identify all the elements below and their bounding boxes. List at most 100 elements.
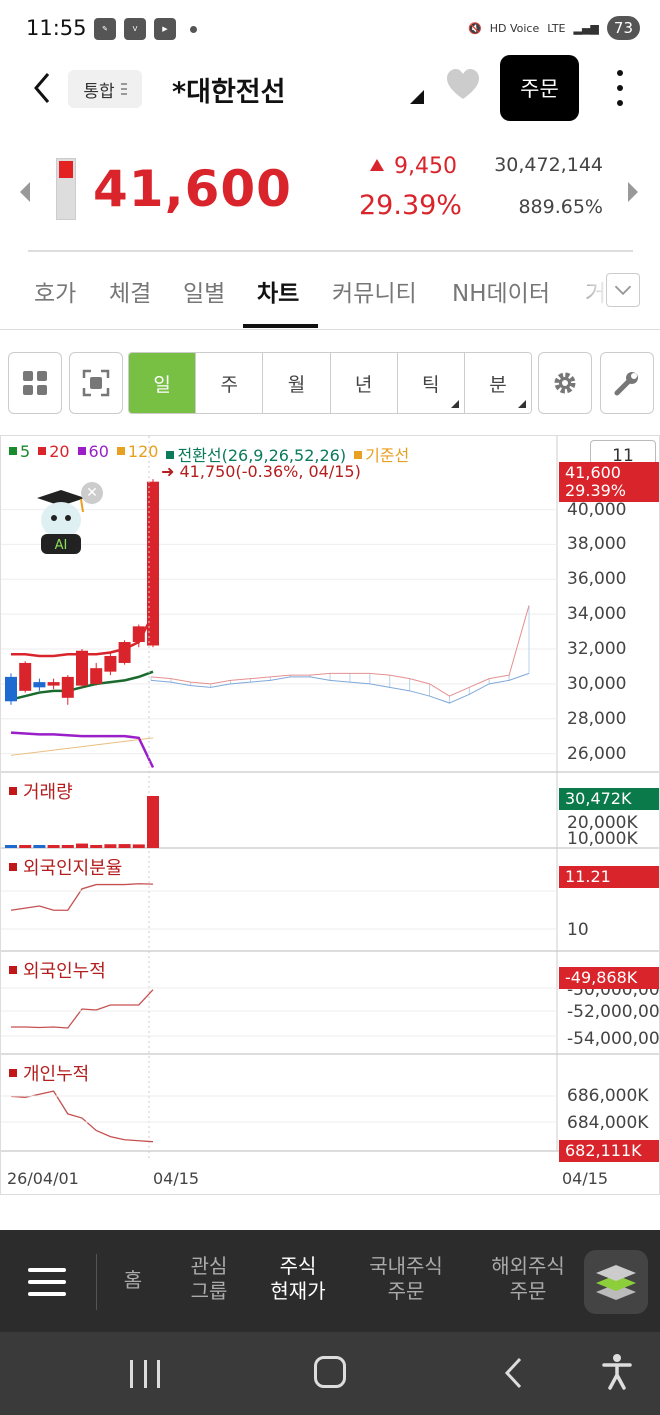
volume-bar-9: [132, 844, 145, 848]
accessibility-icon[interactable]: [602, 1354, 632, 1390]
nav-domestic-order[interactable]: 국내주식 주문: [356, 1254, 456, 1304]
volume-panel-title: 거래량: [23, 782, 73, 803]
more-menu-icon[interactable]: [608, 70, 632, 106]
volume-bar-10: [147, 796, 159, 848]
more-notifications-dot: [190, 25, 197, 33]
chart-canvas[interactable]: [1, 436, 660, 1195]
recent-apps-icon[interactable]: [130, 1360, 160, 1388]
previous-stock-arrow-icon[interactable]: [20, 182, 30, 202]
volume-bar-8: [118, 844, 131, 848]
price-tick-7: 26,000: [567, 743, 627, 764]
candle-body-8: [118, 642, 131, 663]
tab-bar: 호가 체결 일별 차트 커뮤니티 NH데이터 거: [0, 262, 660, 330]
market-scope-selector[interactable]: 통합: [68, 70, 142, 108]
home-icon[interactable]: [314, 1356, 346, 1388]
candle-body-0: [5, 676, 17, 702]
price-change: 9,450: [370, 154, 457, 179]
period-year-label: 년: [354, 373, 373, 396]
candle-body-9: [132, 626, 145, 643]
nav-home[interactable]: 홈: [116, 1268, 150, 1293]
favorite-heart-icon[interactable]: [444, 66, 482, 104]
volume-panel-label: 거래량: [9, 778, 73, 804]
tab-community[interactable]: 커뮤니티: [332, 274, 417, 308]
signal-icon: ▂▄▆: [573, 21, 599, 35]
period-tick[interactable]: 틱: [397, 353, 465, 413]
tab-daily[interactable]: 일별: [183, 274, 225, 308]
layers-button[interactable]: [584, 1250, 648, 1314]
tab-chart[interactable]: 차트: [257, 274, 299, 308]
foreign-ratio-tag: 11.21: [559, 866, 659, 888]
retail-cum-tick-684k: 684,000K: [567, 1113, 649, 1133]
period-week[interactable]: 주: [196, 353, 264, 413]
up-triangle-icon: [370, 159, 384, 171]
layers-icon: [596, 1265, 636, 1300]
period-minute[interactable]: 분: [464, 353, 531, 413]
stock-chart[interactable]: 5 20 60 120 전환선(26,9,26,52,26) 기준선 ➜ 41,750(-…: [0, 435, 660, 1195]
stock-name[interactable]: *대한전선: [172, 70, 285, 109]
bottom-nav: 홈 관심 그룹 주식 현재가 국내주식 주문 해외주식 주문: [0, 1230, 660, 1332]
legend-item-5: 기준선: [354, 442, 409, 466]
foreign-cum-line: [11, 989, 154, 1029]
nav-separator: [96, 1254, 97, 1310]
period-year[interactable]: 년: [330, 353, 398, 413]
next-stock-arrow-icon[interactable]: [628, 182, 638, 202]
period-tick-dropdown-icon: [450, 400, 459, 408]
date-cursor-label: 04/15: [153, 1169, 200, 1188]
period-day[interactable]: 일: [129, 353, 197, 413]
fullscreen-button[interactable]: [69, 352, 123, 414]
period-selector: 일 주 월 년 틱 분: [128, 352, 532, 414]
volume-bar-6: [90, 845, 103, 848]
foreign-cum-tag: -49,868K: [559, 967, 659, 989]
period-day-label: 일: [153, 373, 171, 396]
tab-orderbook[interactable]: 호가: [34, 274, 76, 308]
stock-search-caret-icon[interactable]: [410, 90, 424, 104]
ai-label: AI: [55, 538, 68, 553]
tab-expand-chevron-icon[interactable]: [606, 273, 640, 307]
chart-toolbar: 일 주 월 년 틱 분: [0, 352, 660, 414]
ai-close-icon[interactable]: ✕: [81, 482, 103, 504]
date-start-label: 26/04/01: [7, 1169, 79, 1188]
system-back-icon[interactable]: [502, 1356, 526, 1390]
tab-fade: [570, 262, 610, 326]
price-tick-5: 30,000: [567, 673, 627, 694]
nav-watchlist[interactable]: 관심 그룹: [176, 1254, 242, 1304]
samsung-notes-icon: ✎: [94, 18, 116, 40]
grid-layout-button[interactable]: [8, 352, 62, 414]
volume-bar-1: [19, 845, 32, 848]
tab-nh-data[interactable]: NH데이터: [452, 274, 550, 308]
foreign-ratio-line: [10, 883, 154, 911]
fullscreen-icon: [82, 369, 110, 397]
nav-overseas-order[interactable]: 해외주식 주문: [476, 1254, 580, 1304]
retail-cum-panel-title: 개인누적: [23, 1064, 90, 1085]
foreign-cum-panel-label: 외국인누적: [9, 957, 106, 983]
chart-tools-button[interactable]: [600, 352, 654, 414]
nav-current-price[interactable]: 주식 현재가: [258, 1254, 338, 1304]
order-button[interactable]: 주문: [500, 55, 579, 121]
tab-trades[interactable]: 체결: [109, 274, 151, 308]
volume-bar-5: [76, 843, 88, 848]
back-arrow-icon[interactable]: [28, 68, 56, 108]
retail-cum-tag: 682,111K: [559, 1140, 659, 1162]
volume-ratio: 889.65%: [518, 196, 603, 218]
scope-menu-icon: [120, 83, 127, 95]
period-month-label: 월: [287, 373, 306, 396]
period-month[interactable]: 월: [263, 353, 331, 413]
price-change-value: 9,450: [394, 154, 457, 179]
current-price: 41,600: [93, 160, 292, 218]
price-tick-0: 40,000: [567, 499, 627, 520]
trading-volume: 30,472,144: [494, 154, 603, 176]
foreign-ratio-panel-label: 외국인지분율: [9, 854, 122, 880]
legend-item-1: 20: [38, 442, 70, 466]
wrench-icon: [614, 372, 638, 396]
candle-body-7: [104, 655, 117, 672]
candle-body-4: [61, 676, 74, 698]
current-price-tag-percent: 29.39%: [565, 481, 627, 500]
date-end-label: 04/15: [562, 1169, 609, 1188]
hamburger-menu-icon[interactable]: [28, 1268, 66, 1296]
cloud-upper-span: [150, 605, 530, 697]
price-range-gauge-fill: [59, 161, 73, 179]
price-tick-2: 36,000: [567, 569, 627, 590]
chart-settings-button[interactable]: [538, 352, 592, 414]
foreign-cum-panel-title: 외국인누적: [23, 961, 106, 982]
volume-tick-10000k: 10,000K: [567, 829, 638, 849]
